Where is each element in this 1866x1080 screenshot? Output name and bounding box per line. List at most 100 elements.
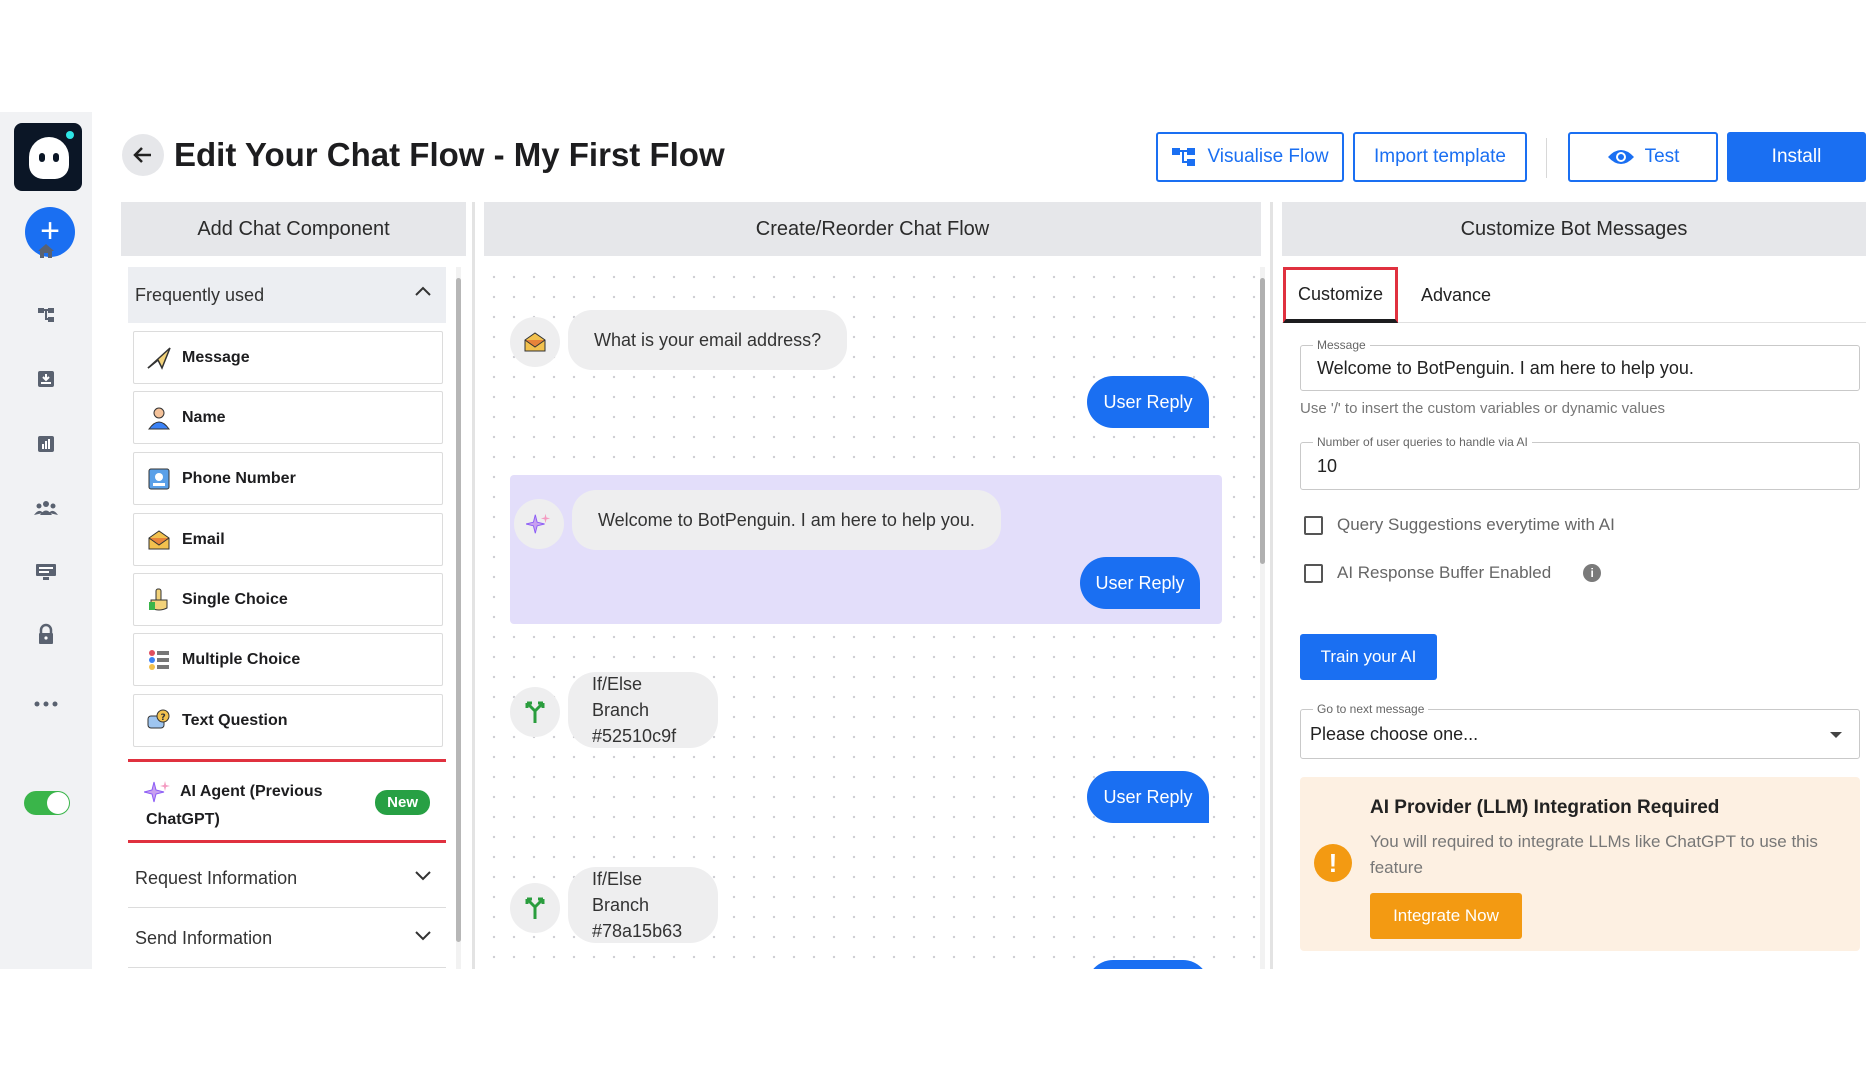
ai-response-buffer-row: AI Response Buffer Enabled i xyxy=(1304,563,1602,583)
component-label: Message xyxy=(182,348,250,366)
user-reply-button[interactable]: User Reply xyxy=(1080,557,1200,609)
tab-customize[interactable]: Customize xyxy=(1283,267,1398,323)
components-scrollbar-thumb[interactable] xyxy=(456,278,461,942)
send-information-label: Send Information xyxy=(135,928,273,948)
component-name[interactable]: Name xyxy=(133,391,443,444)
ai-message-text: Welcome to BotPenguin. I am here to help… xyxy=(598,509,975,530)
user-reply-button[interactable] xyxy=(1087,960,1209,969)
user-queries-value: 10 xyxy=(1317,456,1338,476)
integrate-now-label: Integrate Now xyxy=(1393,906,1499,925)
email-question-bubble[interactable]: What is your email address? xyxy=(568,310,848,370)
component-label: Email xyxy=(182,530,225,548)
ai-response-buffer-checkbox[interactable] xyxy=(1304,563,1323,583)
integrate-now-button[interactable]: Integrate Now xyxy=(1370,893,1522,939)
component-text-question[interactable]: ? Text Question xyxy=(133,694,443,747)
request-information-label: Request Information xyxy=(135,868,298,888)
visualise-flow-button[interactable]: Visualise Flow xyxy=(1156,132,1344,182)
home-icon[interactable] xyxy=(34,239,58,263)
component-message[interactable]: Message xyxy=(133,331,443,384)
query-suggestions-label: Query Suggestions everytime with AI xyxy=(1337,515,1615,534)
analytics-icon[interactable] xyxy=(34,432,58,456)
envelope-icon xyxy=(510,317,560,367)
query-suggestions-row: Query Suggestions everytime with AI xyxy=(1304,515,1615,535)
botpenguin-logo[interactable] xyxy=(14,123,82,191)
chevron-down-icon xyxy=(415,871,431,881)
tab-advance[interactable]: Advance xyxy=(1406,267,1506,323)
ai-response-buffer-label: AI Response Buffer Enabled xyxy=(1337,563,1552,582)
eye-icon xyxy=(1607,150,1634,164)
chevron-down-icon xyxy=(415,931,431,941)
if-else-branch-bubble[interactable]: If/Else Branch #52510c9f xyxy=(568,672,718,748)
panel-divider-left[interactable] xyxy=(472,202,475,969)
component-label: Phone Number xyxy=(182,469,296,487)
customize-panel: Customize Advance Message Welcome to Bot… xyxy=(1282,267,1866,969)
more-icon[interactable] xyxy=(34,692,58,716)
nav-rail: + xyxy=(0,112,92,969)
app-screen: + Edit Your Chat Flow - My First Flow Vi… xyxy=(0,112,1866,969)
bot-active-toggle[interactable] xyxy=(24,791,70,815)
branch-icon xyxy=(510,883,560,933)
speech-question-icon: ? xyxy=(146,708,172,734)
info-icon[interactable]: i xyxy=(1583,564,1602,582)
branch-title: If/Else Branch xyxy=(592,869,650,915)
next-message-label: Go to next message xyxy=(1313,702,1429,716)
new-badge: New xyxy=(375,790,430,815)
team-icon[interactable] xyxy=(34,496,58,520)
lock-icon[interactable] xyxy=(34,622,58,646)
visualise-flow-label: Visualise Flow xyxy=(1207,146,1329,167)
panel-divider-right[interactable] xyxy=(1270,202,1273,969)
caret-down-icon xyxy=(1830,732,1842,738)
alert-text: You will required to integrate LLMs like… xyxy=(1370,832,1818,877)
tab-advance-label: Advance xyxy=(1420,284,1492,305)
component-multiple-choice[interactable]: Multiple Choice xyxy=(133,633,443,686)
sparkles-icon xyxy=(514,499,564,549)
monitor-icon[interactable] xyxy=(34,560,58,584)
contact-card-icon xyxy=(146,466,172,492)
if-else-branch-bubble[interactable]: If/Else Branch #78a15b63 xyxy=(568,867,718,943)
pointing-hand-icon xyxy=(146,587,172,613)
warning-icon: ! xyxy=(1314,844,1352,882)
component-ai-agent[interactable]: AI Agent (Previous ChatGPT) New xyxy=(128,759,446,843)
next-message-value: Please choose one... xyxy=(1310,724,1479,744)
component-phone-number[interactable]: Phone Number xyxy=(133,452,443,505)
option-list-icon xyxy=(146,647,172,673)
test-button[interactable]: Test xyxy=(1568,132,1718,182)
next-message-select[interactable]: Go to next message Please choose one... xyxy=(1300,702,1860,759)
ai-agent-label: AI Agent (Previous ChatGPT) xyxy=(146,783,323,828)
flow-scrollbar-thumb[interactable] xyxy=(1260,278,1265,564)
request-information-section[interactable]: Request Information xyxy=(128,850,446,908)
flow-diagram-icon xyxy=(1172,148,1196,166)
alert-title: AI Provider (LLM) Integration Required xyxy=(1370,797,1720,818)
chat-flow-header: Create/Reorder Chat Flow xyxy=(484,202,1261,256)
user-queries-label: Number of user queries to handle via AI xyxy=(1313,435,1532,449)
svg-text:?: ? xyxy=(161,713,166,723)
component-label: Name xyxy=(182,408,226,426)
train-your-ai-label: Train your AI xyxy=(1320,647,1417,666)
message-field-label: Message xyxy=(1313,338,1370,352)
paper-plane-icon xyxy=(146,345,172,371)
user-reply-button[interactable]: User Reply xyxy=(1087,376,1209,428)
send-information-section[interactable]: Send Information xyxy=(128,910,446,968)
query-suggestions-checkbox[interactable] xyxy=(1304,515,1323,535)
chat-flow-canvas: What is your email address? User Reply W… xyxy=(484,267,1261,969)
branch-title: If/Else Branch xyxy=(592,674,650,720)
email-question-text: What is your email address? xyxy=(594,329,822,350)
train-your-ai-button[interactable]: Train your AI xyxy=(1300,634,1437,680)
settings-tabs: Customize Advance xyxy=(1282,267,1866,323)
ai-message-bubble[interactable]: Welcome to BotPenguin. I am here to help… xyxy=(572,490,1001,550)
user-reply-label: User Reply xyxy=(1095,572,1185,593)
ai-agent-message-block[interactable]: Welcome to BotPenguin. I am here to help… xyxy=(510,475,1222,624)
install-button[interactable]: Install xyxy=(1727,132,1866,182)
user-reply-button[interactable]: User Reply xyxy=(1087,771,1209,823)
header-divider xyxy=(1546,138,1547,178)
back-button[interactable] xyxy=(122,134,164,176)
component-single-choice[interactable]: Single Choice xyxy=(133,573,443,626)
component-email[interactable]: Email xyxy=(133,513,443,566)
user-reply-label: User Reply xyxy=(1103,786,1193,807)
user-queries-field[interactable]: Number of user queries to handle via AI … xyxy=(1300,435,1860,490)
import-template-button[interactable]: Import template xyxy=(1353,132,1527,182)
inbox-icon[interactable] xyxy=(34,367,58,391)
flow-icon[interactable] xyxy=(34,303,58,327)
message-field[interactable]: Message Welcome to BotPenguin. I am here… xyxy=(1300,338,1860,391)
frequently-used-section[interactable]: Frequently used xyxy=(128,267,446,323)
